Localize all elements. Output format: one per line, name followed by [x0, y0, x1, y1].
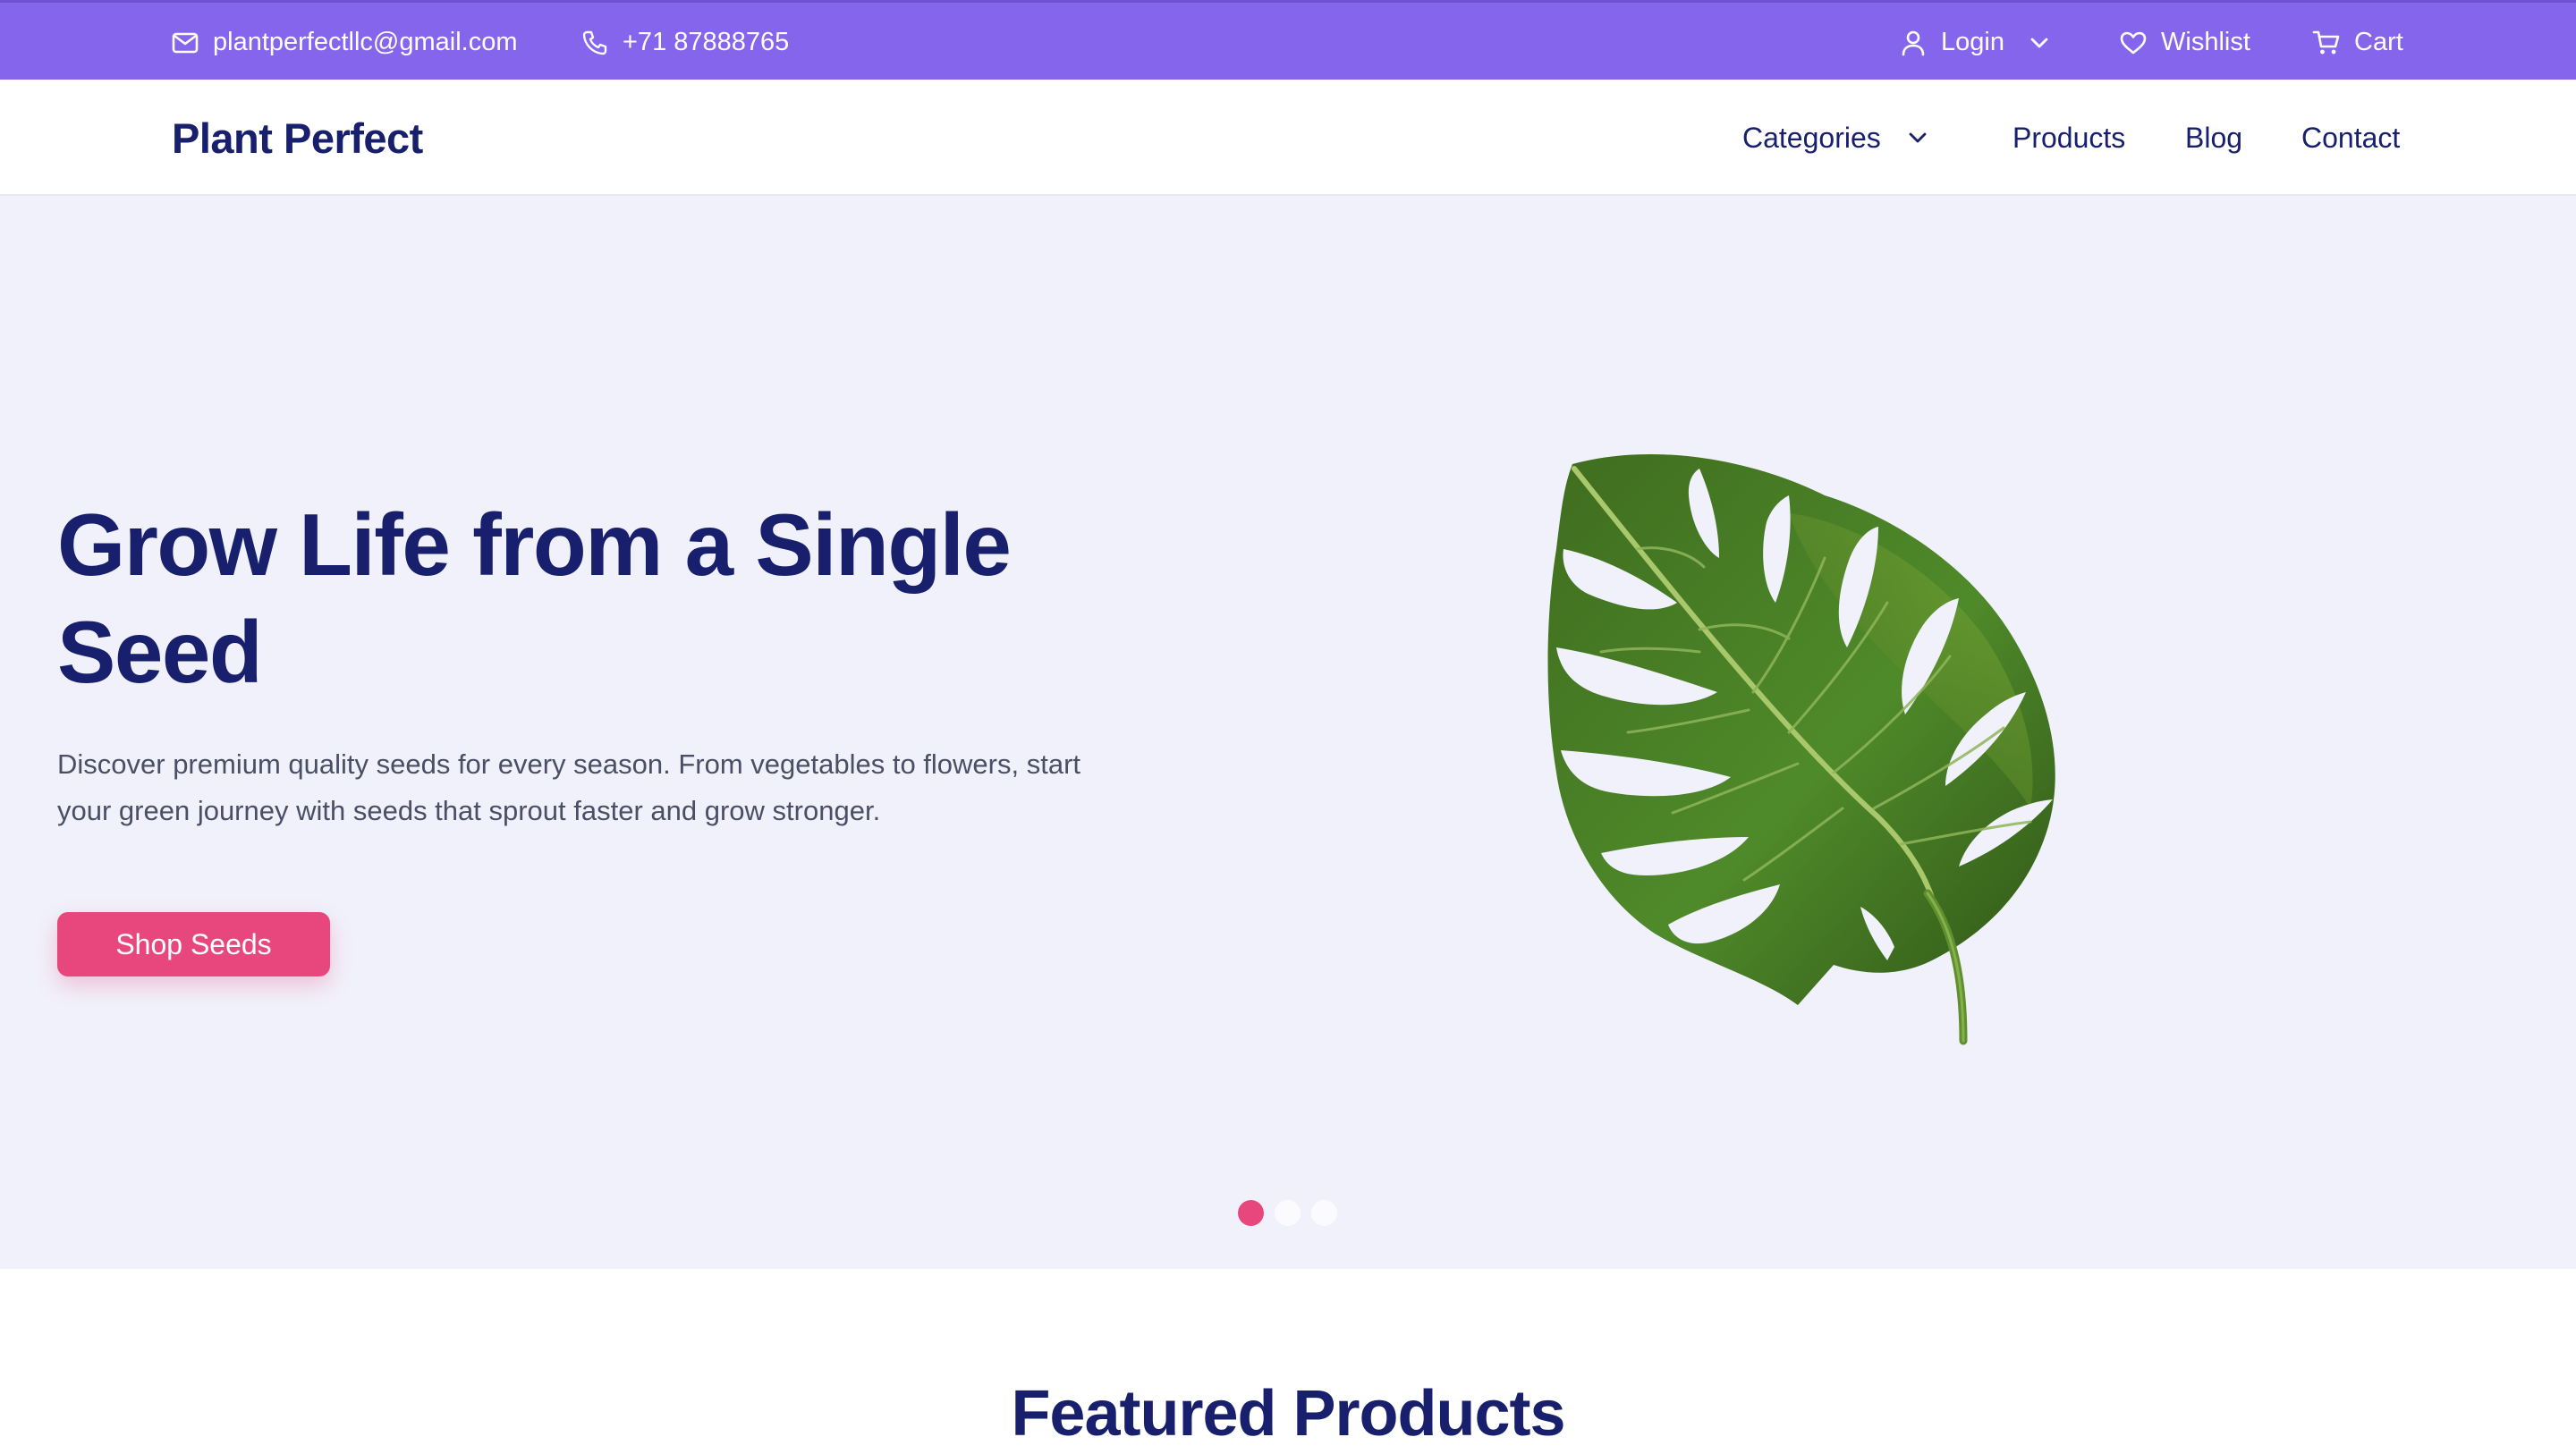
main-nav: Plant Perfect Categories Products Blog C…	[0, 80, 2576, 196]
chevron-down-icon	[1908, 127, 1929, 148]
shop-seeds-button[interactable]: Shop Seeds	[57, 912, 330, 976]
nav-categories-label: Categories	[1742, 121, 1881, 154]
top-bar: plantperfectllc@gmail.com +71 87888765 L…	[0, 0, 2576, 80]
email-link[interactable]: plantperfectllc@gmail.com	[170, 3, 518, 82]
wishlist-label: Wishlist	[2161, 28, 2250, 56]
mail-icon	[170, 28, 200, 58]
monstera-leaf-image	[1547, 453, 2055, 1045]
featured-products-title: Featured Products	[1011, 1378, 1565, 1450]
user-icon	[1898, 28, 1928, 58]
heart-icon	[2118, 28, 2148, 58]
hero-slider: Grow Life from a Single Seed Discover pr…	[0, 196, 2576, 1269]
email-text: plantperfectllc@gmail.com	[213, 28, 518, 56]
hero-description: Discover premium quality seeds for every…	[57, 748, 1081, 826]
phone-icon	[580, 28, 610, 58]
cart-label: Cart	[2354, 28, 2403, 56]
chevron-down-icon	[2029, 32, 2051, 54]
nav-categories[interactable]: Categories	[1742, 80, 1929, 196]
slider-pagination	[1238, 1200, 1337, 1226]
phone-text: +71 87888765	[623, 28, 790, 56]
login-menu[interactable]: Login	[1898, 3, 2051, 82]
slider-dot-2[interactable]	[1275, 1200, 1301, 1226]
cart-link[interactable]: Cart	[2311, 3, 2403, 82]
wishlist-link[interactable]: Wishlist	[2118, 3, 2250, 82]
brand-logo[interactable]: Plant Perfect	[172, 80, 423, 196]
phone-link[interactable]: +71 87888765	[580, 3, 789, 82]
cart-icon	[2311, 28, 2342, 58]
slider-dot-3[interactable]	[1311, 1200, 1337, 1226]
slider-dot-1[interactable]	[1238, 1200, 1264, 1226]
hero-title: Grow Life from a Single Seed	[57, 495, 1012, 701]
nav-blog[interactable]: Blog	[2185, 80, 2242, 196]
nav-contact[interactable]: Contact	[2301, 80, 2400, 196]
login-label: Login	[1941, 28, 2004, 56]
nav-products[interactable]: Products	[2012, 80, 2125, 196]
